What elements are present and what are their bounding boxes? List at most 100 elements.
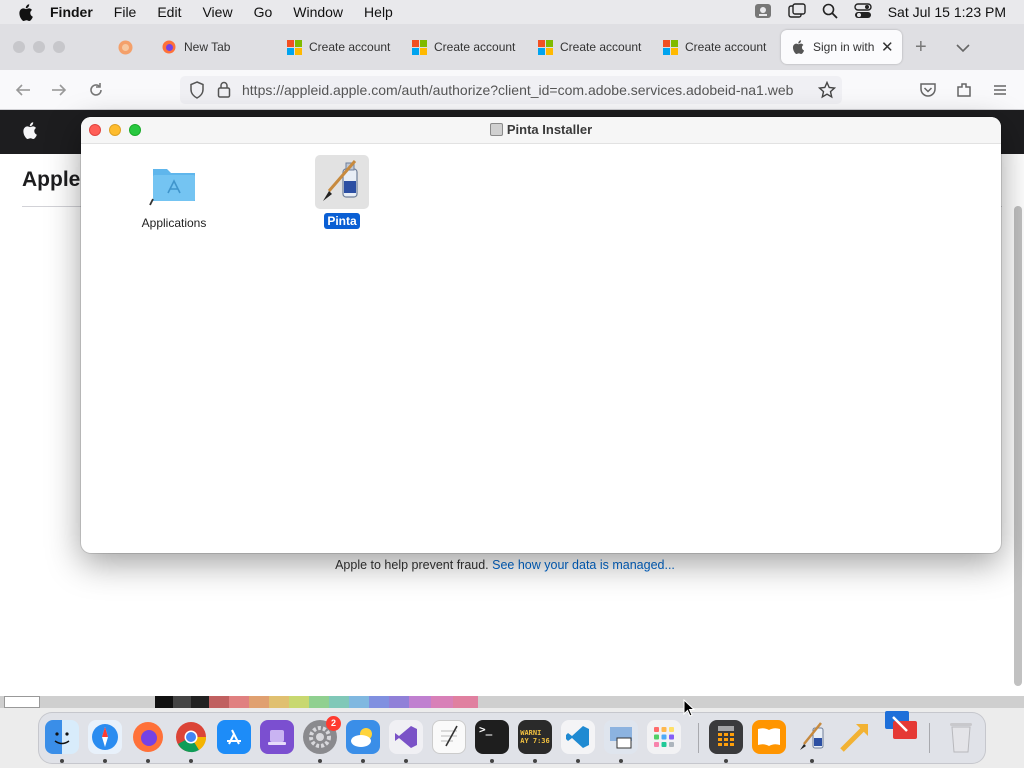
menu-help[interactable]: Help [364,4,393,20]
extensions-icon[interactable] [955,81,973,99]
pinta-app-item[interactable]: Pinta [297,155,387,229]
dock-separator [929,723,930,753]
menu-edit[interactable]: Edit [157,4,181,20]
forward-arrow-icon[interactable] [50,81,68,99]
terminal-icon[interactable]: >_ [475,720,509,754]
url-text[interactable]: https://appleid.apple.com/auth/authorize… [242,82,812,98]
palette-swatch[interactable] [453,696,478,708]
dock-separator [698,723,699,753]
palette-swatch[interactable] [209,696,229,708]
screen-recording-icon[interactable] [754,3,772,22]
vscode-icon[interactable] [561,720,595,754]
running-indicator [490,759,494,763]
item-label: Pinta [324,213,360,229]
podcast-app-icon[interactable] [260,720,294,754]
running-indicator [103,759,107,763]
installer-title-bar[interactable]: Pinta Installer [81,117,1001,144]
tab-create-account-2[interactable]: Create account [402,30,526,64]
preview-icon[interactable] [604,720,638,754]
pinta-app-icon [315,155,369,209]
migration-assistant-icon[interactable] [881,707,919,745]
spotlight-search-icon[interactable] [822,3,838,22]
running-indicator [576,759,580,763]
tab-new-tab[interactable]: New Tab [152,30,276,64]
back-arrow-icon[interactable] [14,81,32,99]
tab-create-account-3[interactable]: Create account [528,30,652,64]
menu-window[interactable]: Window [293,4,343,20]
visual-studio-icon[interactable] [389,720,423,754]
palette-swatch[interactable] [229,696,249,708]
apple-menu-icon[interactable] [18,3,38,21]
app-store-icon[interactable] [217,720,251,754]
page-scrollbar[interactable] [1014,206,1022,686]
tab-label: Create account [685,40,767,54]
console-icon[interactable]: WARNI AY 7:36 [518,720,552,754]
launchpad-icon[interactable] [647,720,681,754]
menu-clock[interactable]: Sat Jul 15 1:23 PM [888,4,1006,20]
browser-tab-bar: New Tab Create account Create account Cr… [0,24,1024,70]
tab-label: Create account [309,40,391,54]
weather-icon[interactable] [346,720,380,754]
browser-minimize-button[interactable] [33,41,45,53]
primary-color-swatch[interactable] [4,696,40,708]
tab-close-icon[interactable]: ✕ [881,38,894,56]
palette-swatch[interactable] [309,696,329,708]
palette-swatch[interactable] [349,696,369,708]
finder-icon[interactable] [45,720,79,754]
data-managed-link[interactable]: See how your data is managed... [492,558,675,572]
window-switch-icon[interactable] [788,2,806,22]
hamburger-menu-icon[interactable] [991,81,1009,99]
list-all-tabs-chevron-icon[interactable] [956,40,970,58]
apple-logo-icon[interactable] [22,122,37,144]
new-tab-plus-icon[interactable]: + [915,36,927,59]
firefox-view-icon[interactable] [118,40,133,60]
palette-swatch[interactable] [191,696,209,708]
tab-create-account-4[interactable]: Create account [653,30,777,64]
running-indicator [361,759,365,763]
shield-icon[interactable] [189,81,205,104]
menu-view[interactable]: View [202,4,232,20]
color-palette-strip [0,696,1024,708]
safari-icon[interactable] [88,720,122,754]
chrome-icon[interactable] [174,720,208,754]
menu-file[interactable]: File [114,4,137,20]
tab-sign-in-with-apple[interactable]: Sign in with A ✕ [781,30,902,64]
system-settings-icon[interactable]: 2 [303,716,341,754]
control-center-icon[interactable] [854,2,872,22]
trash-icon[interactable] [944,720,978,754]
palette-swatch[interactable] [155,696,173,708]
menu-bar: Finder File Edit View Go Window Help Sat… [0,0,1024,24]
palette-swatch[interactable] [389,696,409,708]
pocket-icon[interactable] [919,81,937,99]
browser-nav-bar: https://appleid.apple.com/auth/authorize… [0,70,1024,110]
applications-folder[interactable]: Applications [129,157,219,231]
palette-swatch[interactable] [409,696,431,708]
running-indicator [724,759,728,763]
palette-swatch[interactable] [173,696,191,708]
address-bar[interactable]: https://appleid.apple.com/auth/authorize… [180,76,842,104]
running-indicator [533,759,537,763]
palette-swatch[interactable] [249,696,269,708]
palette-swatch[interactable] [289,696,309,708]
browser-close-button[interactable] [13,41,25,53]
menu-app-name[interactable]: Finder [50,4,93,20]
microsoft-icon [287,39,302,55]
text-edit-icon[interactable] [432,720,466,754]
browser-zoom-button[interactable] [53,41,65,53]
palette-swatch[interactable] [431,696,453,708]
tab-create-account-1[interactable]: Create account [277,30,401,64]
palette-swatch[interactable] [369,696,389,708]
running-indicator [146,759,150,763]
pinta-installer-arrow-icon[interactable] [838,720,872,754]
firefox-icon[interactable] [131,720,165,754]
reload-icon[interactable] [87,81,105,99]
books-icon[interactable] [752,720,786,754]
lock-icon[interactable] [217,81,231,103]
palette-swatch[interactable] [329,696,349,708]
bookmark-star-icon[interactable] [817,80,837,104]
firefox-icon [162,40,176,54]
pinta-dock-icon[interactable] [795,720,829,754]
menu-go[interactable]: Go [254,4,273,20]
calculator-icon[interactable] [709,720,743,754]
palette-swatch[interactable] [269,696,289,708]
